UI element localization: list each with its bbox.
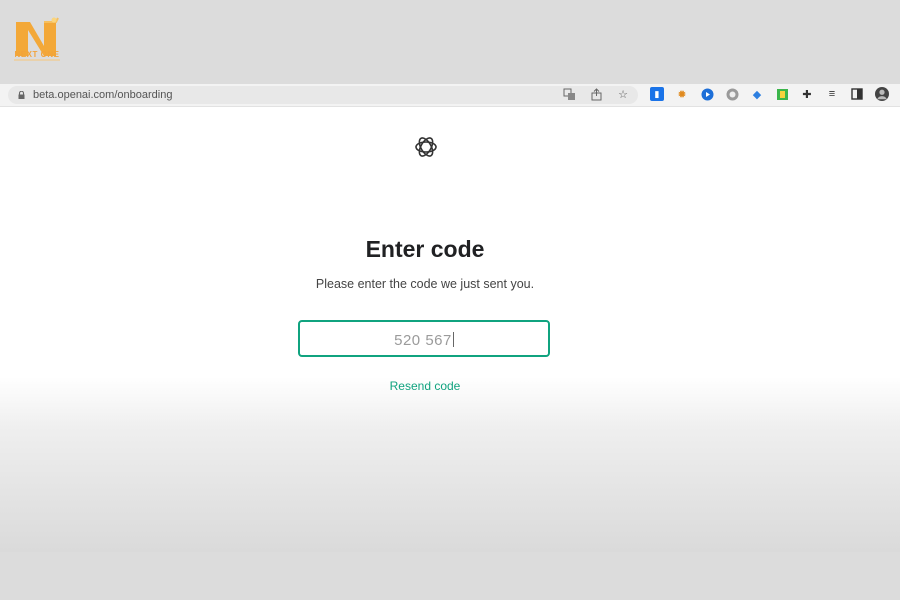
bookmark-star-icon[interactable]: ☆ (616, 87, 630, 101)
extension-orange-icon[interactable]: ✹ (675, 87, 689, 101)
profile-avatar-icon[interactable] (875, 87, 889, 101)
address-bar[interactable]: beta.openai.com/onboarding ☆ (8, 86, 638, 104)
translate-icon[interactable] (562, 87, 576, 101)
code-field-value[interactable]: 520 567 (300, 332, 548, 349)
page-title: Enter code (365, 236, 485, 262)
resend-code-link[interactable]: Resend code (0, 379, 850, 393)
verification-code-input[interactable]: 520 567 (298, 320, 550, 357)
extension-blue-icon[interactable]: ▮ (650, 87, 664, 101)
lock-icon[interactable] (18, 91, 25, 99)
onboarding-page: Enter code Please enter the code we just… (0, 107, 900, 552)
browser-toolbar: beta.openai.com/onboarding ☆ ▮ ✹ ◆ ✚ ≡ (0, 84, 900, 107)
openai-logo-icon (415, 137, 437, 157)
code-value-text: 520 567 (394, 332, 452, 349)
brand-name: NEXT ONE (14, 50, 60, 59)
text-caret (452, 332, 454, 347)
url-text[interactable]: beta.openai.com/onboarding (33, 88, 172, 102)
extension-green-icon[interactable] (775, 87, 789, 101)
extensions-puzzle-icon[interactable]: ✚ (800, 87, 814, 101)
extension-play-icon[interactable] (700, 87, 714, 101)
reading-list-icon[interactable]: ≡ (825, 87, 839, 101)
extension-grey-icon[interactable] (725, 87, 739, 101)
page-subtitle: Please enter the code we just sent you. (315, 277, 535, 291)
side-panel-icon[interactable] (850, 87, 864, 101)
next-one-logo (16, 17, 59, 56)
share-icon[interactable] (589, 87, 603, 101)
brand-tagline-line (14, 59, 60, 61)
extension-tag-icon[interactable]: ◆ (750, 87, 764, 101)
